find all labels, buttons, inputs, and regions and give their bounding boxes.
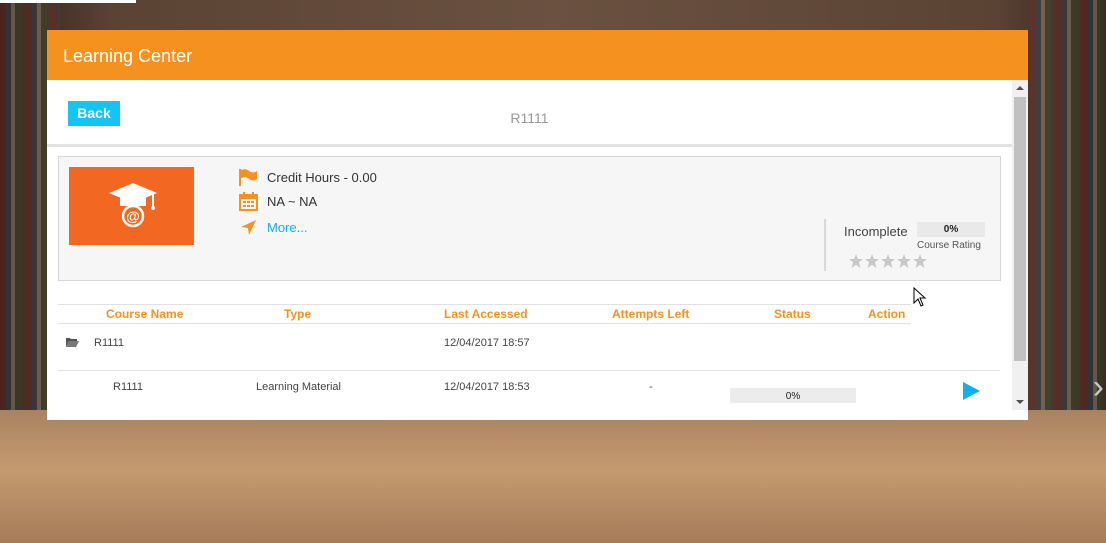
item-progress-bar: 0% [730, 388, 856, 403]
table-header: Course Name Type Last Accessed Attempts … [58, 304, 911, 324]
star-icon[interactable] [880, 253, 896, 269]
graduation-cap-icon: @ [109, 183, 157, 228]
scrollbar-thumb[interactable] [1014, 97, 1026, 361]
toolbar: Back R1111 [47, 80, 1012, 147]
folder-last-accessed: 12/04/2017 18:57 [444, 337, 530, 349]
item-attempts-left: - [649, 381, 653, 393]
location-arrow-icon [237, 217, 259, 237]
col-attempts-left: Attempts Left [612, 307, 690, 321]
dialog-header: Learning Center [47, 30, 1028, 80]
item-last-accessed: 12/04/2017 18:53 [444, 381, 530, 393]
svg-text:@: @ [126, 208, 140, 224]
background-floor [0, 410, 1106, 543]
item-name: R1111 [113, 381, 143, 393]
course-rating-percent: 0% [917, 222, 985, 237]
col-status: Status [774, 307, 811, 321]
credit-hours-row: Credit Hours - 0.00 [237, 167, 377, 187]
learning-center-dialog: Learning Center Back R1111 @ Credit Hour… [47, 30, 1028, 420]
vertical-scrollbar[interactable] [1012, 80, 1028, 410]
course-info-card: @ Credit Hours - 0.00 NA ~ NA More... In… [58, 156, 1001, 281]
more-link[interactable]: More... [267, 220, 307, 235]
star-rating[interactable] [848, 253, 928, 269]
col-type: Type [284, 307, 312, 321]
scroll-down-arrow-icon[interactable] [1012, 394, 1028, 410]
date-range-text: NA ~ NA [267, 193, 318, 209]
scroll-up-arrow-icon[interactable] [1012, 80, 1028, 96]
course-rating-label: Course Rating [917, 240, 981, 251]
table-row-folder[interactable]: R1111 12/04/2017 18:57 [58, 324, 911, 370]
star-icon[interactable] [848, 253, 864, 269]
table-row-item[interactable]: R1111 Learning Material 12/04/2017 18:53… [58, 370, 1000, 420]
more-row: More... [237, 217, 307, 237]
col-last-accessed: Last Accessed [444, 307, 528, 321]
card-divider [824, 219, 826, 271]
date-range-row: NA ~ NA [237, 191, 317, 211]
top-left-strip [0, 0, 136, 3]
course-code-title: R1111 [510, 110, 549, 126]
calendar-icon [237, 191, 259, 211]
dialog-title: Learning Center [63, 46, 193, 66]
play-icon[interactable] [961, 380, 981, 402]
completion-status: Incomplete [844, 224, 908, 239]
folder-open-icon [66, 337, 79, 350]
folder-name: R1111 [94, 337, 124, 349]
col-course-name: Course Name [106, 307, 184, 321]
item-type: Learning Material [256, 381, 341, 393]
star-icon[interactable] [912, 253, 928, 269]
course-thumbnail: @ [69, 167, 194, 245]
next-slide-chevron-icon[interactable]: › [1093, 370, 1104, 404]
star-icon[interactable] [864, 253, 880, 269]
mouse-cursor-icon [913, 287, 927, 307]
background-books-right [1030, 0, 1106, 480]
flag-icon [237, 167, 259, 187]
credit-hours-text: Credit Hours - 0.00 [267, 169, 377, 185]
star-icon[interactable] [896, 253, 912, 269]
col-action: Action [868, 307, 906, 321]
